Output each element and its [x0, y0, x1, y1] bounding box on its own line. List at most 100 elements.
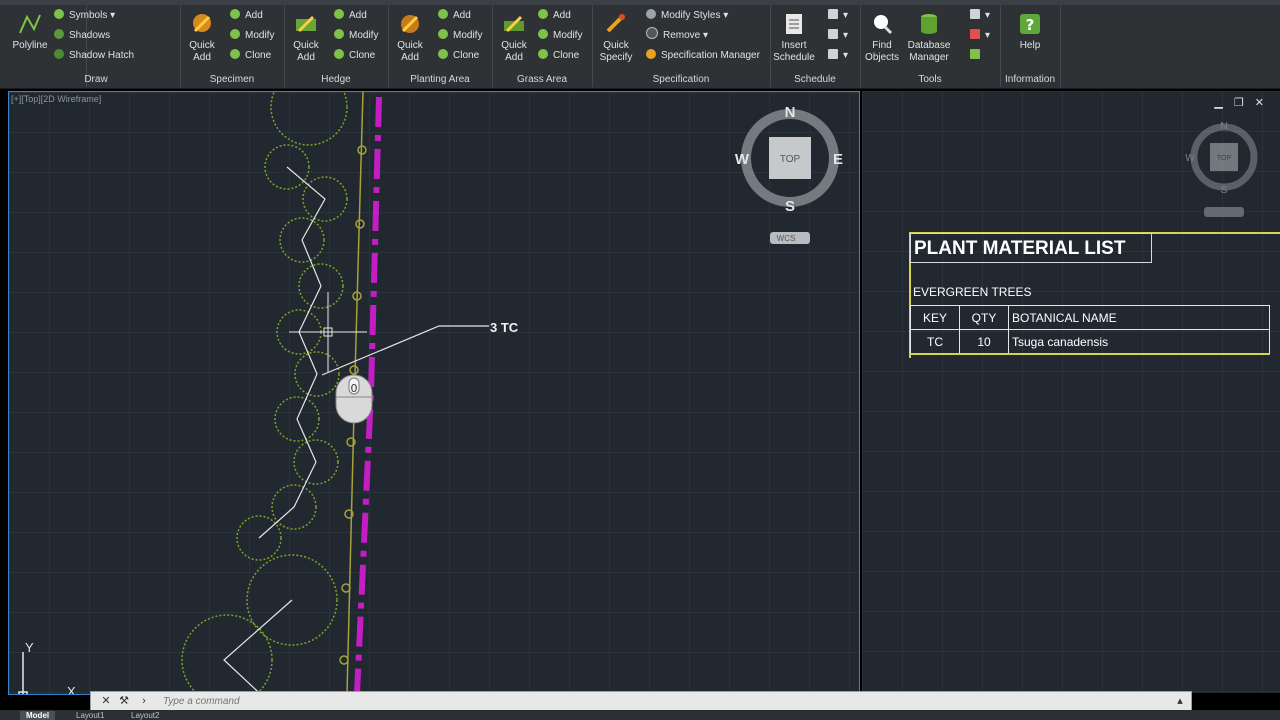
modify-styles-button[interactable]: Modify Styles ▾ — [646, 7, 728, 25]
specimen-modify-button[interactable]: Modify — [230, 27, 274, 45]
svg-text:S: S — [1221, 185, 1228, 196]
planting-quick-add-label: Quick Add — [397, 40, 423, 63]
close-icon[interactable]: ✕ — [99, 694, 113, 708]
clone-icon — [334, 49, 344, 59]
ucs-icon — [18, 652, 28, 694]
table-header-row: KEY QTY BOTANICAL NAME — [910, 305, 1270, 330]
svg-text:E: E — [833, 151, 843, 168]
grass-quick-add-button[interactable]: Quick Add — [492, 9, 536, 69]
modify-icon — [334, 29, 344, 39]
minimize-icon[interactable]: ▁ — [1214, 97, 1222, 109]
svg-text:W: W — [735, 151, 750, 168]
grass-add-button[interactable]: Add — [538, 7, 571, 25]
wrench-icon[interactable]: ⚒ — [117, 694, 131, 708]
close-icon[interactable]: ✕ — [1255, 97, 1264, 109]
ribbon: Polyline Symbols ▾ Shadows Shadow Hatch … — [0, 0, 1280, 89]
panel-grass-area: Quick Add Add Modify Clone Grass Area — [492, 5, 593, 87]
cell-botanical: Tsuga canadensis — [1008, 329, 1270, 355]
tools-small-1[interactable]: ▾ — [970, 7, 990, 25]
specimen-quick-add-button[interactable]: Quick Add — [180, 9, 224, 69]
panel-hedge: Quick Add Add Modify Clone Hedge — [284, 5, 389, 87]
tools-small-2[interactable]: ▾ — [970, 27, 990, 45]
database-manager-button[interactable]: Database Manager — [904, 9, 954, 69]
specification-manager-label: Specification Manager — [661, 50, 760, 61]
svg-text:N: N — [1220, 121, 1227, 132]
tab-layout2[interactable]: Layout2 — [125, 711, 165, 720]
specimen-modify-label: Modify — [245, 30, 275, 41]
svg-text:W: W — [1185, 153, 1195, 164]
schedule-icon — [786, 14, 802, 34]
help-icon: ? — [1020, 14, 1040, 34]
restore-icon[interactable]: ❐ — [1234, 97, 1244, 109]
planting-add-button[interactable]: Add — [438, 7, 471, 25]
add-icon — [334, 9, 344, 19]
header-key: KEY — [910, 305, 960, 330]
viewport-top[interactable]: [+][Top][2D Wireframe] 3 TC 0 TOP N S E … — [8, 91, 860, 695]
panel-information: ? Help Information — [1000, 5, 1061, 87]
svg-text:Y: Y — [25, 640, 34, 655]
panel-title-grass-area: Grass Area — [516, 74, 568, 85]
grass-clone-label: Clone — [553, 50, 580, 61]
grass-modify-button[interactable]: Modify — [538, 27, 582, 45]
svg-text:WCS: WCS — [777, 234, 796, 243]
help-button[interactable]: ? Help — [1008, 9, 1052, 69]
insert-schedule-button[interactable]: Insert Schedule — [772, 9, 816, 69]
edge-node — [341, 583, 351, 593]
list-icon — [828, 29, 838, 39]
polyline-button[interactable]: Polyline — [8, 9, 52, 69]
prompt-icon[interactable]: › — [137, 694, 151, 708]
tab-layout1[interactable]: Layout1 — [70, 711, 110, 720]
planting-modify-button[interactable]: Modify — [438, 27, 482, 45]
hedge-add-icon — [296, 15, 316, 33]
viewport-right[interactable]: TOP N S W — [862, 91, 1280, 693]
find-objects-button[interactable]: Find Objects — [860, 9, 904, 69]
table-row: TC 10 Tsuga canadensis — [910, 329, 1270, 355]
hedge-clone-button[interactable]: Clone — [334, 47, 375, 65]
specimen-clone-button[interactable]: Clone — [230, 47, 271, 65]
panel-schedule: Insert Schedule ▾ ▾ ▾ Schedule — [770, 5, 861, 87]
grass-add-icon — [504, 15, 524, 33]
schedule-tool-1[interactable]: ▾ — [828, 7, 848, 25]
hedge-modify-button[interactable]: Modify — [334, 27, 378, 45]
hedge-add-button[interactable]: Add — [334, 7, 367, 25]
command-line: ✕ ⚒ › ▴ — [90, 691, 1192, 712]
tree-symbol — [270, 92, 348, 146]
command-history-icon[interactable]: ▴ — [1173, 694, 1187, 708]
tools-small-3[interactable] — [970, 47, 985, 65]
panel-specification: Quick Specify Modify Styles ▾ Remove ▾ S… — [592, 5, 771, 87]
panel-title-tools: Tools — [918, 74, 942, 85]
cell-qty: 10 — [959, 329, 1009, 355]
specimen-add-button[interactable]: Add — [230, 7, 263, 25]
plant-list-table: KEY QTY BOTANICAL NAME TC 10 Tsuga canad… — [910, 305, 1270, 355]
schedule-tool-3[interactable]: ▾ — [828, 47, 848, 65]
panel-title-information: Information — [1004, 74, 1056, 85]
magnifier-icon — [874, 15, 893, 35]
find-objects-label: Find Objects — [865, 40, 899, 63]
svg-text:TOP: TOP — [1217, 155, 1232, 162]
quick-specify-button[interactable]: Quick Specify — [594, 9, 638, 69]
viewcube-small[interactable]: TOP N S W — [862, 91, 1280, 221]
planting-clone-button[interactable]: Clone — [438, 47, 479, 65]
specimen-quick-add-label: Quick Add — [189, 40, 215, 63]
drawing-canvas[interactable]: 3 TC 0 TOP N S E W WCS Y X — [9, 92, 859, 694]
panel-title-specification: Specification — [652, 74, 710, 85]
grass-clone-button[interactable]: Clone — [538, 47, 579, 65]
header-botanical: BOTANICAL NAME — [1008, 305, 1270, 330]
help-label: Help — [1019, 40, 1041, 51]
hedge-quick-add-button[interactable]: Quick Add — [284, 9, 328, 69]
specimen-clone-label: Clone — [245, 50, 272, 61]
remove-icon — [646, 27, 658, 39]
schedule-tool-2[interactable]: ▾ — [828, 27, 848, 45]
cell-key: TC — [910, 329, 960, 355]
hedge-add-label: Add — [349, 10, 367, 21]
polyline-icon — [19, 14, 41, 34]
planting-quick-add-button[interactable]: Quick Add — [388, 9, 432, 69]
specification-manager-button[interactable]: Specification Manager — [646, 47, 760, 65]
command-input[interactable] — [161, 692, 1125, 712]
tab-model[interactable]: Model — [20, 711, 56, 720]
panel-title-specimen: Specimen — [209, 74, 255, 85]
panel-title-hedge: Hedge — [321, 74, 351, 85]
svg-text:S: S — [785, 198, 795, 215]
modify-icon — [438, 29, 448, 39]
remove-button[interactable]: Remove ▾ — [646, 27, 708, 45]
